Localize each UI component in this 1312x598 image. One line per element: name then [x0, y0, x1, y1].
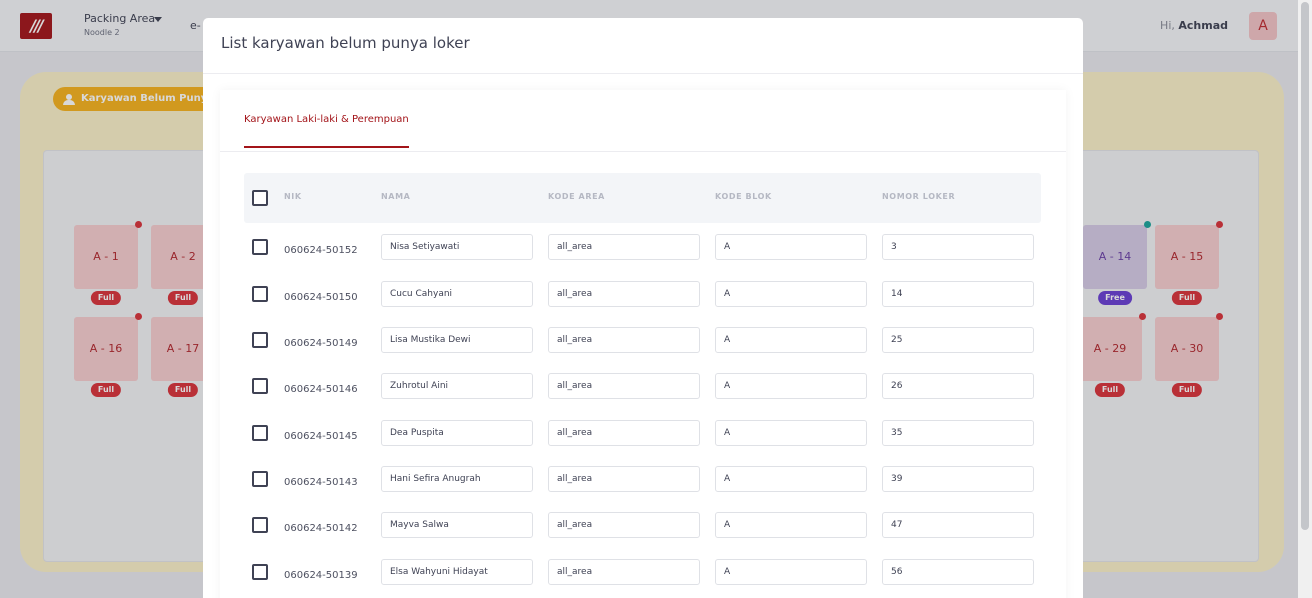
nama-field[interactable]: [381, 512, 533, 538]
modal-title: List karyawan belum punya loker: [221, 34, 470, 52]
table-row: 060624-50152: [244, 234, 1041, 280]
nomor-loker-field[interactable]: [882, 512, 1034, 538]
column-header-kode-blok: KODE BLOK: [715, 192, 772, 201]
table-row: 060624-50150: [244, 281, 1041, 327]
nik-cell: 060624-50149: [284, 338, 358, 349]
kode-blok-field[interactable]: [715, 512, 867, 538]
nik-cell: 060624-50150: [284, 292, 358, 303]
nomor-loker-field[interactable]: [882, 373, 1034, 399]
table-header: NIK NAMA KODE AREA KODE BLOK NOMOR LOKER: [244, 173, 1041, 223]
table-row: 060624-50142: [244, 512, 1041, 558]
employee-list-modal: List karyawan belum punya loker Karyawan…: [203, 18, 1083, 598]
nik-cell: 060624-50139: [284, 570, 358, 581]
kode-area-field[interactable]: [548, 281, 700, 307]
nama-field[interactable]: [381, 466, 533, 492]
kode-area-field[interactable]: [548, 512, 700, 538]
nama-field[interactable]: [381, 373, 533, 399]
kode-area-field[interactable]: [548, 327, 700, 353]
table-row: 060624-50143: [244, 466, 1041, 512]
nik-cell: 060624-50145: [284, 431, 358, 442]
row-checkbox[interactable]: [252, 332, 268, 348]
table-row: 060624-50145: [244, 420, 1041, 466]
table-row: 060624-50139: [244, 559, 1041, 598]
nama-field[interactable]: [381, 327, 533, 353]
nik-cell: 060624-50143: [284, 477, 358, 488]
kode-blok-field[interactable]: [715, 281, 867, 307]
nama-field[interactable]: [381, 281, 533, 307]
row-checkbox[interactable]: [252, 471, 268, 487]
table-row: 060624-50149: [244, 327, 1041, 373]
select-all-checkbox[interactable]: [252, 190, 268, 206]
tab-divider: [220, 151, 1066, 152]
page-scrollbar[interactable]: [1298, 0, 1312, 598]
kode-area-field[interactable]: [548, 559, 700, 585]
kode-area-field[interactable]: [548, 420, 700, 446]
nik-cell: 060624-50152: [284, 245, 358, 256]
nomor-loker-field[interactable]: [882, 281, 1034, 307]
column-header-kode-area: KODE AREA: [548, 192, 605, 201]
modal-card: Karyawan Laki-laki & Perempuan NIK NAMA …: [220, 90, 1066, 598]
row-checkbox[interactable]: [252, 517, 268, 533]
kode-area-field[interactable]: [548, 373, 700, 399]
column-header-nama: NAMA: [381, 192, 411, 201]
nomor-loker-field[interactable]: [882, 420, 1034, 446]
tab-all-employees[interactable]: Karyawan Laki-laki & Perempuan: [244, 114, 409, 148]
scrollbar-thumb[interactable]: [1301, 2, 1309, 530]
nomor-loker-field[interactable]: [882, 466, 1034, 492]
row-checkbox[interactable]: [252, 564, 268, 580]
column-header-nik: NIK: [284, 192, 302, 201]
kode-blok-field[interactable]: [715, 327, 867, 353]
row-checkbox[interactable]: [252, 239, 268, 255]
nama-field[interactable]: [381, 234, 533, 260]
row-checkbox[interactable]: [252, 425, 268, 441]
column-header-nomor-loker: NOMOR LOKER: [882, 192, 956, 201]
row-checkbox[interactable]: [252, 286, 268, 302]
kode-area-field[interactable]: [548, 234, 700, 260]
nama-field[interactable]: [381, 559, 533, 585]
modal-header: List karyawan belum punya loker: [203, 18, 1083, 74]
table-row: 060624-50146: [244, 373, 1041, 419]
row-checkbox[interactable]: [252, 378, 268, 394]
nama-field[interactable]: [381, 420, 533, 446]
kode-blok-field[interactable]: [715, 373, 867, 399]
kode-blok-field[interactable]: [715, 559, 867, 585]
nik-cell: 060624-50146: [284, 384, 358, 395]
nomor-loker-field[interactable]: [882, 327, 1034, 353]
nomor-loker-field[interactable]: [882, 559, 1034, 585]
nomor-loker-field[interactable]: [882, 234, 1034, 260]
kode-blok-field[interactable]: [715, 420, 867, 446]
nik-cell: 060624-50142: [284, 523, 358, 534]
kode-blok-field[interactable]: [715, 466, 867, 492]
kode-blok-field[interactable]: [715, 234, 867, 260]
kode-area-field[interactable]: [548, 466, 700, 492]
